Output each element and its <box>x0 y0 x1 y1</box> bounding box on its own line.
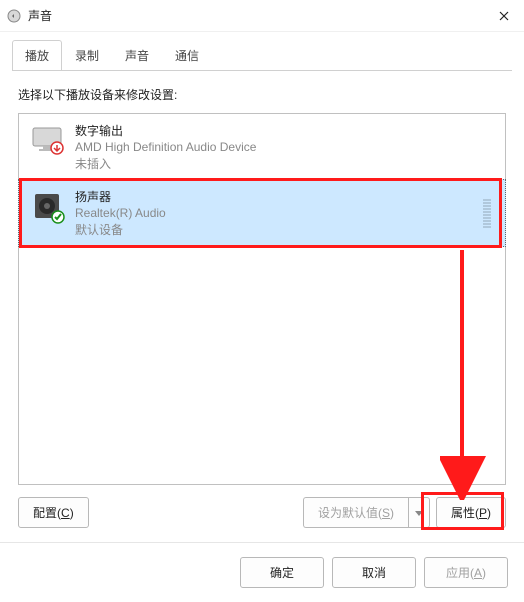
configure-button[interactable]: 配置(C) <box>18 497 89 528</box>
tab-underline <box>12 70 512 71</box>
instruction-label: 选择以下播放设备来修改设置: <box>18 86 506 103</box>
level-meter-icon <box>483 188 495 228</box>
tab-sounds[interactable]: 声音 <box>112 40 162 71</box>
device-description: AMD High Definition Audio Device <box>75 140 256 154</box>
tab-communications[interactable]: 通信 <box>162 40 212 71</box>
device-status: 未插入 <box>75 155 256 172</box>
titlebar: 声音 <box>0 0 524 32</box>
window-title: 声音 <box>28 7 484 24</box>
device-item-selected[interactable]: 扬声器 Realtek(R) Audio 默认设备 <box>18 179 506 247</box>
monitor-icon <box>29 122 65 158</box>
device-name: 扬声器 <box>75 188 166 205</box>
tab-recording[interactable]: 录制 <box>62 40 112 71</box>
tab-content: 选择以下播放设备来修改设置: 数字输出 AMD High Definition … <box>0 72 524 528</box>
device-text: 扬声器 Realtek(R) Audio 默认设备 <box>75 188 166 238</box>
device-name: 数字输出 <box>75 122 256 139</box>
set-default-split-button[interactable]: 设为默认值(S) <box>303 497 430 528</box>
speaker-icon <box>29 188 65 224</box>
device-status: 默认设备 <box>75 221 166 238</box>
sound-app-icon <box>6 8 22 24</box>
tab-playback[interactable]: 播放 <box>12 40 62 71</box>
properties-button[interactable]: 属性(P) <box>436 497 506 528</box>
device-description: Realtek(R) Audio <box>75 206 166 220</box>
chevron-down-icon <box>415 511 423 517</box>
device-item[interactable]: 数字输出 AMD High Definition Audio Device 未插… <box>19 114 505 180</box>
tabs-bar: 播放 录制 声音 通信 <box>0 32 524 71</box>
apply-button[interactable]: 应用(A) <box>424 557 508 588</box>
set-default-dropdown[interactable] <box>408 497 430 528</box>
set-default-button[interactable]: 设为默认值(S) <box>303 497 408 528</box>
device-list[interactable]: 数字输出 AMD High Definition Audio Device 未插… <box>18 113 506 485</box>
dialog-buttons: 确定 取消 应用(A) <box>0 542 524 602</box>
device-text: 数字输出 AMD High Definition Audio Device 未插… <box>75 122 256 172</box>
close-button[interactable] <box>484 0 524 32</box>
cancel-button[interactable]: 取消 <box>332 557 416 588</box>
device-buttons-row: 配置(C) 设为默认值(S) 属性(P) <box>18 497 506 528</box>
ok-button[interactable]: 确定 <box>240 557 324 588</box>
